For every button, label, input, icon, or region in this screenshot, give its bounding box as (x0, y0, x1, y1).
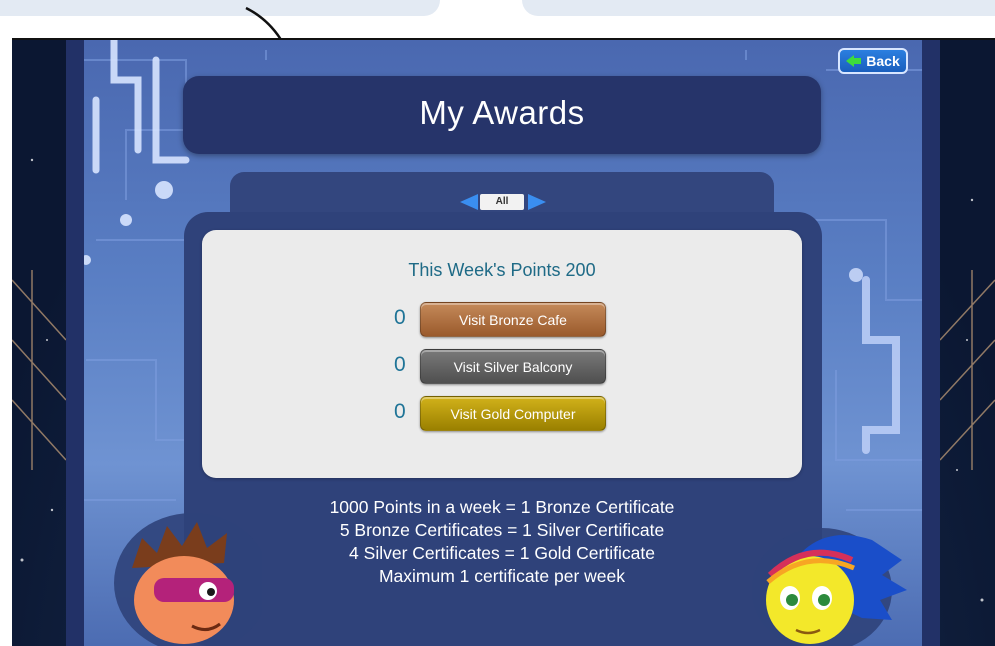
page-title: My Awards (419, 94, 585, 131)
boy-character-avatar (114, 513, 262, 646)
left-pillar (66, 40, 84, 646)
award-row-silver: 0 Visit Silver Balcony (394, 349, 624, 385)
game-screen: My Awards Back All This Week's Points 20… (12, 38, 995, 646)
award-row-gold: 0 Visit Gold Computer (394, 396, 624, 432)
week-points: This Week's Points 200 (408, 260, 596, 280)
back-label: Back (866, 53, 900, 69)
chevron-left-icon[interactable] (460, 194, 478, 210)
title-bar: My Awards (183, 76, 821, 154)
visit-gold-button[interactable]: Visit Gold Computer (420, 396, 606, 431)
back-arrow-icon (846, 55, 862, 67)
browser-top-area (0, 0, 995, 116)
rule-line: 4 Silver Certificates = 1 Gold Certifica… (349, 543, 655, 563)
award-rules: 1000 Points in a week = 1 Bronze Certifi… (202, 496, 802, 588)
top-tab-left (0, 0, 440, 16)
award-row-bronze: 0 Visit Bronze Cafe (394, 302, 624, 338)
rule-line: 1000 Points in a week = 1 Bronze Certifi… (329, 497, 675, 517)
visit-bronze-button[interactable]: Visit Bronze Cafe (420, 302, 606, 337)
top-tab-right (522, 0, 995, 16)
rule-line: 5 Bronze Certificates = 1 Silver Certifi… (339, 520, 665, 540)
silver-count: 0 (394, 353, 406, 376)
filter-nav: All (460, 192, 550, 212)
bronze-count: 0 (394, 306, 406, 329)
filter-label: All (480, 194, 524, 210)
rule-line: Maximum 1 certificate per week (378, 566, 626, 586)
gold-count: 0 (394, 400, 406, 423)
chevron-right-icon[interactable] (528, 194, 546, 210)
right-pillar (922, 40, 940, 646)
girl-character-avatar (752, 528, 907, 646)
visit-silver-button[interactable]: Visit Silver Balcony (420, 349, 606, 384)
points-card: This Week's Points 200 0 Visit Bronze Ca… (202, 230, 802, 478)
back-button[interactable]: Back (838, 48, 908, 74)
